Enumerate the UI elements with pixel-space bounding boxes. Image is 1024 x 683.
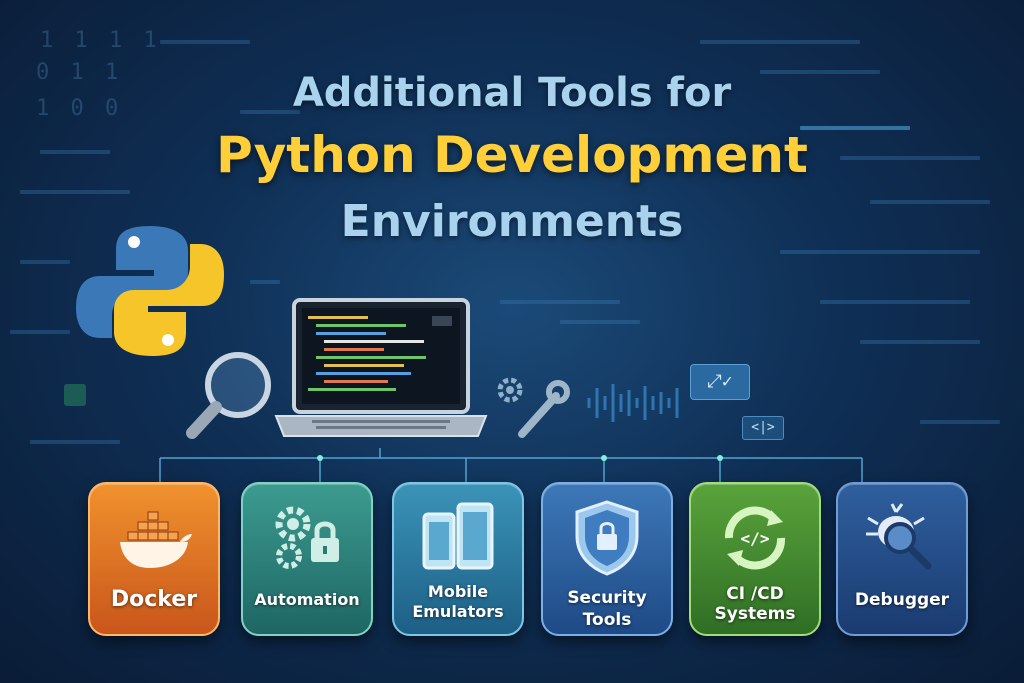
shield-lock-icon <box>575 500 639 576</box>
binary-digits: 1 1 1 1 <box>40 28 161 53</box>
code-cycle-icon: </> <box>724 506 786 570</box>
tool-label: Debugger <box>854 590 950 610</box>
tool-card-ci-cd-systems: </> CI /CD Systems <box>689 482 821 636</box>
tool-card-security-tools: Security Tools <box>541 482 673 636</box>
waveform-graphic <box>587 384 679 422</box>
tool-label-line-2: Emulators <box>412 602 504 621</box>
title-line-2: Python Development <box>216 126 808 184</box>
tool-label-line-2: Systems <box>714 604 796 624</box>
tool-card-mobile-emulators: Mobile Emulators <box>392 482 524 636</box>
magnifier-icon <box>186 352 271 439</box>
tool-label-line-1: Mobile <box>427 582 489 601</box>
code-brackets-icon: <|> <box>742 416 784 440</box>
tool-card-debugger: Debugger <box>836 482 968 636</box>
tool-label-line-1: Security <box>567 588 647 608</box>
tool-label-line-1: CI /CD <box>726 584 784 604</box>
infographic-canvas: 1 1 1 1 0 1 1 1 0 0 Additional Tools for… <box>0 0 1024 683</box>
tool-card-docker: Docker <box>88 482 220 636</box>
bug-magnifier-icon <box>866 503 932 570</box>
tool-label-line-2: Tools <box>582 610 632 630</box>
tool-label: Automation <box>254 590 360 609</box>
svg-text:</>: </> <box>741 529 770 548</box>
python-logo <box>76 226 224 356</box>
devices-icon <box>422 502 494 570</box>
docker-whale-icon <box>120 511 192 568</box>
tool-label: Docker <box>110 587 198 612</box>
title-line-1: Additional Tools for <box>292 70 732 116</box>
gear-wrench-icon <box>497 377 570 438</box>
check-badge-icon: ⤢✓ <box>690 364 750 400</box>
tool-card-automation: Automation <box>241 482 373 636</box>
gears-lock-icon <box>275 506 339 569</box>
laptop-icon <box>274 298 488 437</box>
chip-icon <box>64 384 86 406</box>
